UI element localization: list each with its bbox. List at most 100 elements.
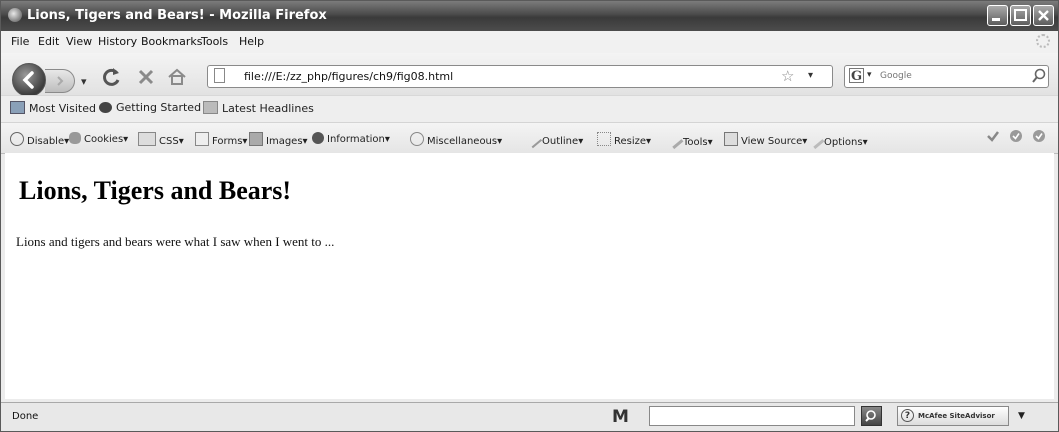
siteadvisor-search-button[interactable]: [861, 406, 882, 426]
menu-file[interactable]: File: [11, 35, 29, 48]
webdev-label: Information: [327, 134, 385, 145]
webdev-tools[interactable]: Tools▾: [664, 129, 713, 150]
close-button[interactable]: [1033, 5, 1054, 26]
status-text: Done: [12, 411, 39, 422]
menu-tools[interactable]: Tools: [201, 35, 228, 48]
maximize-icon: [1014, 9, 1027, 21]
folder-icon: [10, 101, 25, 114]
url-dropdown-icon[interactable]: ▾: [808, 70, 813, 81]
search-engine-dropdown-icon[interactable]: ▾: [867, 70, 872, 80]
rss-icon: [203, 101, 218, 114]
title-bar: Lions, Tigers and Bears! - Mozilla Firef…: [1, 1, 1058, 31]
throbber-icon: [1036, 34, 1050, 48]
web-developer-toolbar: Disable▾ Cookies▾ CSS▾ Forms▾ Images▾ In…: [1, 122, 1058, 154]
webdev-label: Miscellaneous: [427, 136, 498, 147]
webdev-label: Forms: [212, 136, 243, 147]
back-arrow-icon: [22, 71, 34, 89]
back-button[interactable]: [12, 63, 46, 97]
search-input[interactable]: [880, 71, 1030, 81]
webdev-resize[interactable]: Resize▾: [597, 132, 651, 147]
webdev-cookies[interactable]: Cookies▾: [69, 132, 128, 145]
stop-icon[interactable]: [133, 64, 159, 90]
options-icon: [805, 129, 825, 150]
menu-help[interactable]: Help: [239, 35, 264, 48]
page-content: Lions, Tigers and Bears! Lions and tiger…: [5, 153, 1054, 399]
webdev-label: Cookies: [84, 134, 124, 145]
siteadvisor-search-field[interactable]: [649, 406, 855, 426]
outline-icon: [523, 129, 543, 149]
webdev-disable[interactable]: Disable▾: [10, 132, 69, 147]
tools-icon: [664, 129, 684, 150]
menu-history[interactable]: History: [98, 35, 137, 48]
search-icon: [865, 410, 876, 422]
bookmarks-toolbar: Most Visited Getting Started Latest Head…: [1, 95, 1058, 123]
menu-view[interactable]: View: [66, 35, 92, 48]
forms-icon: [195, 132, 209, 146]
mcafee-m-logo[interactable]: M: [612, 407, 629, 427]
checkmark-icon[interactable]: [986, 129, 1000, 143]
minimize-button[interactable]: [987, 5, 1008, 26]
search-engine-icon[interactable]: G: [849, 68, 864, 84]
bookmark-star-icon[interactable]: ☆: [781, 67, 794, 85]
minimize-icon: [992, 18, 1000, 21]
webdev-label: Outline: [542, 136, 579, 147]
close-icon: [1038, 10, 1049, 21]
siteadvisor-button[interactable]: ? McAfee SiteAdvisor: [897, 406, 1009, 426]
url-text[interactable]: file:///E:/zz_php/figures/ch9/fig08.html: [244, 70, 453, 83]
reload-icon[interactable]: [99, 64, 125, 90]
bookmark-label: Latest Headlines: [222, 102, 314, 115]
images-icon: [249, 132, 263, 146]
history-dropdown-icon[interactable]: ▾: [81, 75, 87, 88]
miscellaneous-icon: [410, 132, 424, 146]
window-title: Lions, Tigers and Bears! - Mozilla Firef…: [27, 8, 327, 23]
bookmark-label: Most Visited: [29, 102, 96, 115]
webdev-label: Tools: [683, 137, 708, 148]
page-heading: Lions, Tigers and Bears!: [19, 176, 292, 205]
help-icon: ?: [901, 409, 914, 422]
siteadvisor-dropdown-icon[interactable]: ▼: [1018, 411, 1025, 421]
webdev-view-source[interactable]: View Source▾: [724, 132, 807, 147]
bookmark-latest-headlines[interactable]: Latest Headlines: [203, 101, 314, 115]
menu-bookmarks[interactable]: Bookmarks: [141, 35, 202, 48]
forward-arrow-icon: [57, 76, 64, 86]
webdev-label: Resize: [614, 136, 647, 147]
view-source-icon: [724, 132, 738, 146]
webdev-label: CSS: [159, 136, 179, 147]
webdev-options[interactable]: Options▾: [805, 129, 868, 150]
menu-edit[interactable]: Edit: [38, 35, 59, 48]
webdev-miscellaneous[interactable]: Miscellaneous▾: [410, 132, 502, 147]
disable-icon: [10, 132, 24, 146]
menu-bar: File Edit View History Bookmarks Tools H…: [1, 31, 1058, 53]
forward-button[interactable]: [45, 69, 75, 93]
webdev-label: Options: [824, 137, 863, 148]
webdev-label: View Source: [741, 136, 803, 147]
bookmark-getting-started[interactable]: Getting Started: [99, 101, 201, 114]
search-icon[interactable]: [1031, 67, 1047, 85]
css-icon: [138, 132, 156, 146]
siteadvisor-label: McAfee SiteAdvisor: [918, 412, 995, 420]
cookies-icon: [69, 132, 81, 144]
search-box: G ▾: [844, 65, 1049, 88]
bookmark-most-visited[interactable]: Most Visited: [10, 101, 96, 115]
status-check-icon[interactable]: [1032, 129, 1046, 143]
firefox-icon: [8, 8, 22, 22]
webdev-label: Images: [266, 136, 303, 147]
webdev-outline[interactable]: Outline▾: [523, 129, 583, 149]
maximize-button[interactable]: [1010, 5, 1031, 26]
information-icon: [312, 132, 324, 144]
browser-window: Lions, Tigers and Bears! - Mozilla Firef…: [0, 0, 1059, 432]
status-bar: Done M ? McAfee SiteAdvisor ▼: [1, 402, 1058, 431]
resize-icon: [597, 132, 611, 146]
page-paragraph: Lions and tigers and bears were what I s…: [16, 234, 335, 249]
status-ok-icon[interactable]: [1009, 129, 1023, 143]
webdev-forms[interactable]: Forms▾: [195, 132, 247, 147]
firefox-small-icon: [99, 102, 112, 113]
webdev-information[interactable]: Information▾: [312, 132, 390, 145]
home-icon[interactable]: [164, 64, 190, 90]
webdev-css[interactable]: CSS▾: [138, 132, 184, 147]
webdev-label: Disable: [27, 136, 65, 147]
address-bar[interactable]: file:///E:/zz_php/figures/ch9/fig08.html…: [207, 65, 833, 88]
webdev-images[interactable]: Images▾: [249, 132, 308, 147]
page-icon: [214, 68, 225, 83]
bookmark-label: Getting Started: [116, 101, 202, 114]
